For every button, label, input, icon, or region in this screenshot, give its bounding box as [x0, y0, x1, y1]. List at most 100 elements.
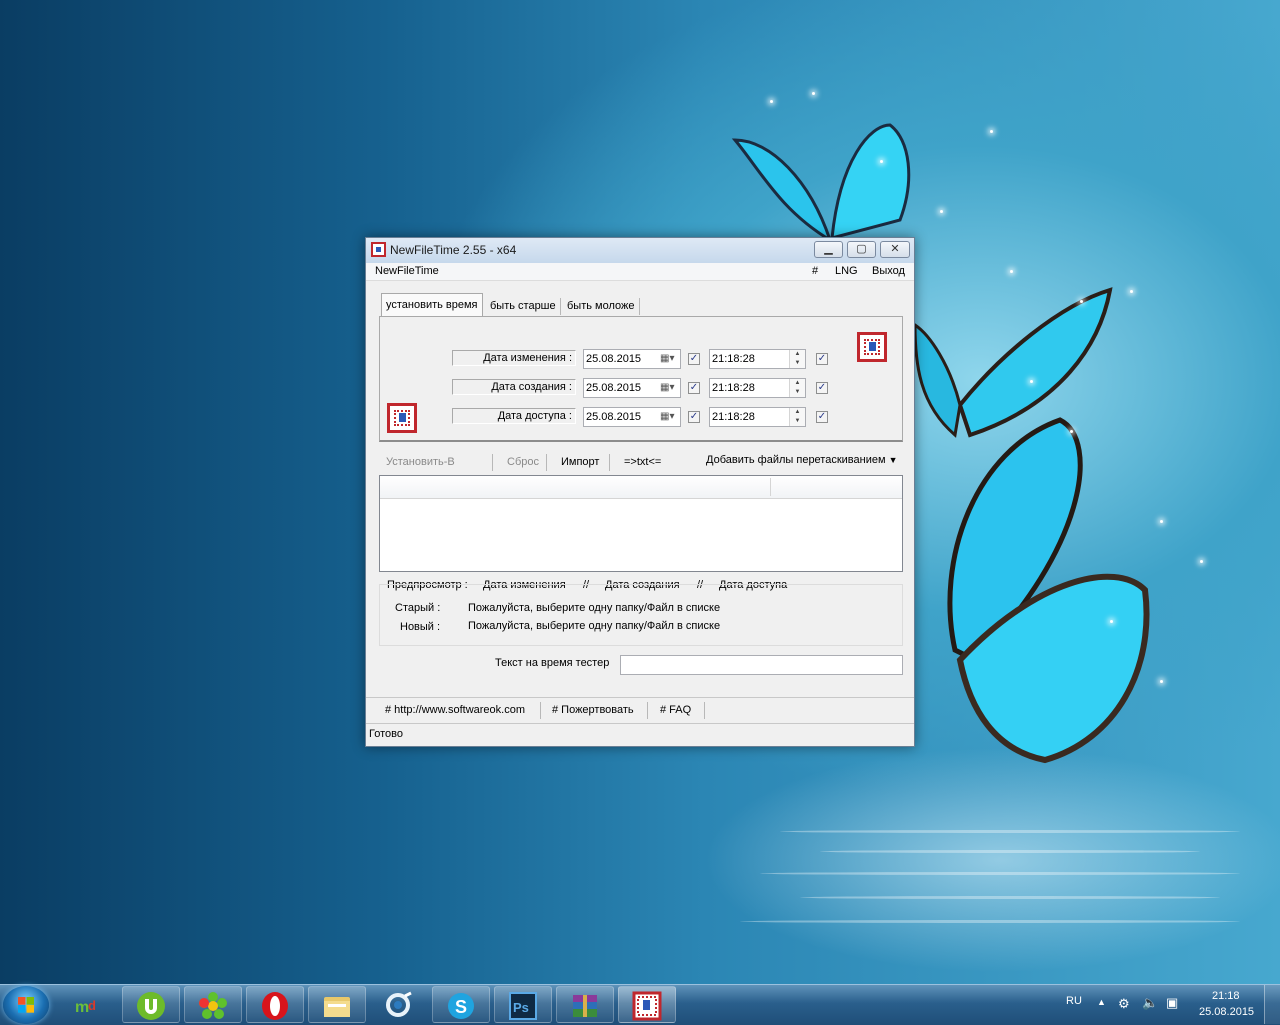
copy-time-icon[interactable] — [387, 403, 417, 433]
created-time-checkbox[interactable]: ✓ — [816, 382, 828, 394]
preview-old-value: Пожалуйста, выберите одну папку/Файл в с… — [468, 602, 721, 614]
network-shield-icon[interactable]: ⚙ — [1118, 996, 1130, 1012]
show-hidden-icons[interactable]: ▲ — [1097, 997, 1106, 1007]
photoshop-icon: Ps — [509, 992, 537, 1020]
created-date-value: 25.08.2015 — [586, 382, 642, 394]
taskbar-explorer[interactable] — [308, 986, 366, 1023]
network-icon[interactable]: ▣ — [1166, 995, 1178, 1011]
accessed-date-picker[interactable]: 25.08.2015 ▦▾ — [583, 407, 681, 427]
taskbar-opera[interactable] — [246, 986, 304, 1023]
opera-icon — [262, 992, 288, 1020]
website-link[interactable]: # http://www.softwareok.com — [385, 704, 525, 716]
tab-younger[interactable]: быть моложе — [563, 296, 638, 316]
toolbar-separator — [546, 454, 547, 471]
menu-bar: NewFileTime # LNG Выход — [366, 263, 914, 281]
modified-date-checkbox[interactable]: ✓ — [688, 353, 700, 365]
minimize-button[interactable]: ▁ — [814, 241, 843, 258]
title-bar[interactable]: NewFileTime 2.55 - x64 ▁ ▢ ✕ — [366, 238, 914, 264]
taskbar-mail-agent[interactable]: md — [60, 986, 118, 1023]
volume-icon[interactable]: 🔈 — [1142, 995, 1158, 1011]
utorrent-icon — [137, 992, 165, 1020]
calendar-dropdown-icon[interactable]: ▦▾ — [660, 353, 676, 365]
taskbar-photoshop[interactable]: Ps — [494, 986, 552, 1023]
link-separator — [647, 702, 648, 719]
preview-box — [379, 584, 903, 646]
menu-exit[interactable]: Выход — [872, 265, 905, 277]
taskbar-newfiletime[interactable] — [618, 986, 676, 1023]
preview-new-label: Новый : — [400, 621, 441, 633]
created-date-label: Дата создания : — [452, 379, 576, 395]
menu-newfiletime[interactable]: NewFileTime — [375, 265, 439, 277]
set-to-button[interactable]: Установить-В — [386, 456, 455, 468]
import-button[interactable]: Импорт — [561, 456, 599, 468]
link-separator — [704, 702, 705, 719]
mail-agent-icon: md — [75, 998, 96, 1016]
folder-icon — [324, 997, 350, 1017]
accessed-date-value: 25.08.2015 — [586, 411, 642, 423]
tab-older[interactable]: быть старше — [486, 296, 560, 316]
newfiletime-window: NewFileTime 2.55 - x64 ▁ ▢ ✕ NewFileTime… — [365, 237, 915, 747]
modified-date-value: 25.08.2015 — [586, 353, 642, 365]
preview-old-label: Старый : — [395, 602, 441, 614]
butterfly-bottom — [947, 417, 1150, 764]
link-bar: # http://www.softwareok.com # Пожертвова… — [366, 697, 914, 724]
status-bar: Готово — [366, 724, 914, 746]
show-desktop-button[interactable] — [1264, 985, 1280, 1024]
taskbar-skype[interactable]: S — [432, 986, 490, 1023]
tab-separator — [560, 298, 561, 315]
butterfly-top — [731, 123, 911, 244]
menu-language[interactable]: LNG — [835, 265, 858, 277]
link-separator — [540, 702, 541, 719]
created-time-field[interactable]: 21:18:28 ▲ ▼ — [709, 378, 806, 398]
taskbar-utorrent[interactable] — [122, 986, 180, 1023]
column-divider[interactable] — [770, 478, 771, 496]
calendar-dropdown-icon[interactable]: ▦▾ — [660, 411, 676, 423]
skype-icon: S — [448, 993, 474, 1019]
winrar-icon — [573, 995, 597, 1017]
tester-input[interactable] — [620, 655, 903, 675]
app-icon[interactable] — [371, 242, 386, 257]
tab-separator — [639, 298, 640, 315]
file-list-header — [380, 476, 902, 499]
accessed-time-value: 21:18:28 — [712, 411, 755, 423]
toolbar-separator — [609, 454, 610, 471]
created-date-picker[interactable]: 25.08.2015 ▦▾ — [583, 378, 681, 398]
taskbar-qip[interactable] — [370, 986, 428, 1023]
created-date-checkbox[interactable]: ✓ — [688, 382, 700, 394]
status-text: Готово — [369, 728, 403, 740]
clock-date[interactable]: 25.08.2015 — [1199, 1006, 1254, 1018]
modified-time-field[interactable]: 21:18:28 ▲ ▼ — [709, 349, 806, 369]
time-spinner[interactable]: ▲ ▼ — [789, 379, 805, 397]
donate-link[interactable]: # Пожертвовать — [552, 704, 634, 716]
accessed-time-field[interactable]: 21:18:28 ▲ ▼ — [709, 407, 806, 427]
maximize-button[interactable]: ▢ — [847, 241, 876, 258]
drag-drop-label: Добавить файлы перетаскиванием — [706, 454, 886, 466]
preview-new-value: Пожалуйста, выберите одну папку/Файл в с… — [468, 620, 721, 632]
time-spinner[interactable]: ▲ ▼ — [789, 408, 805, 426]
clock-time[interactable]: 21:18 — [1212, 990, 1240, 1002]
accessed-date-checkbox[interactable]: ✓ — [688, 411, 700, 423]
start-button[interactable] — [3, 986, 49, 1024]
language-indicator[interactable]: RU — [1066, 995, 1082, 1007]
accessed-time-checkbox[interactable]: ✓ — [816, 411, 828, 423]
faq-link[interactable]: # FAQ — [660, 704, 691, 716]
svg-text:Ps: Ps — [513, 1000, 529, 1015]
export-txt-button[interactable]: =>txt<= — [624, 456, 661, 468]
menu-hash[interactable]: # — [812, 265, 818, 277]
drag-drop-dropdown[interactable]: Добавить файлы перетаскиванием ▼ — [706, 454, 898, 466]
svg-text:d: d — [88, 998, 96, 1013]
set-current-time-icon[interactable] — [857, 332, 887, 362]
icq-flower-icon — [199, 992, 227, 1019]
time-spinner[interactable]: ▲ ▼ — [789, 350, 805, 368]
close-button[interactable]: ✕ — [880, 241, 910, 258]
taskbar-icq[interactable] — [184, 986, 242, 1023]
calendar-dropdown-icon[interactable]: ▦▾ — [660, 382, 676, 394]
tab-set-time[interactable]: установить время — [381, 293, 483, 317]
modified-date-picker[interactable]: 25.08.2015 ▦▾ — [583, 349, 681, 369]
taskbar-winrar[interactable] — [556, 986, 614, 1023]
modified-time-checkbox[interactable]: ✓ — [816, 353, 828, 365]
file-list[interactable] — [379, 475, 903, 572]
taskbar: md S Ps RU ▲ ⚙ 🔈 ▣ 21:18 25.08.2015 — [0, 984, 1280, 1025]
reset-button[interactable]: Сброс — [507, 456, 539, 468]
modified-date-label: Дата изменения : — [452, 350, 576, 366]
